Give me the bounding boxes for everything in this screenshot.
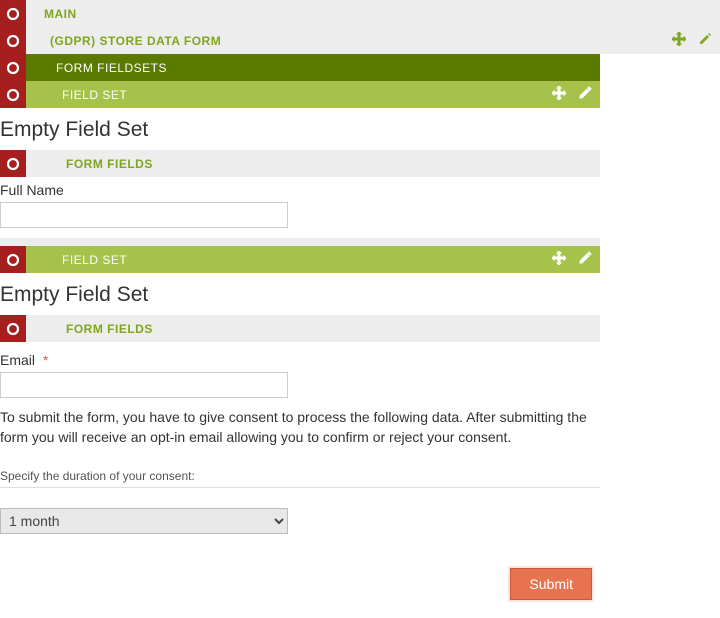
bar-form-fields-1-label: FORM FIELDS	[26, 150, 600, 177]
bar-form-fields-2-label: FORM FIELDS	[26, 315, 600, 342]
bar-form-fields-1[interactable]: FORM FIELDS	[0, 150, 600, 177]
consent-duration-select[interactable]: 1 month	[0, 508, 288, 534]
drag-handle-icon[interactable]	[0, 54, 26, 81]
bar-gdpr-label: (GDPR) STORE DATA FORM	[26, 27, 720, 54]
drag-handle-icon[interactable]	[0, 315, 26, 342]
required-asterisk: *	[43, 352, 48, 368]
move-icon[interactable]	[672, 32, 686, 49]
drag-handle-icon[interactable]	[0, 27, 26, 54]
email-label: Email *	[0, 352, 600, 368]
full-name-label: Full Name	[0, 182, 600, 198]
fieldset-2-title: Empty Field Set	[0, 283, 600, 307]
consent-duration-label: Specify the duration of your consent:	[0, 469, 600, 483]
drag-handle-icon[interactable]	[0, 81, 26, 108]
bar-field-set-2[interactable]: FIELD SET	[0, 246, 600, 273]
bar-main[interactable]: MAIN	[0, 0, 720, 27]
bar-field-set-2-label: FIELD SET	[26, 246, 600, 273]
edit-icon[interactable]	[578, 251, 592, 268]
email-label-text: Email	[0, 352, 35, 368]
bar-main-label: MAIN	[26, 0, 720, 27]
drag-handle-icon[interactable]	[0, 246, 26, 273]
consent-description: To submit the form, you have to give con…	[0, 408, 600, 447]
move-icon[interactable]	[552, 86, 566, 103]
edit-icon[interactable]	[698, 32, 712, 49]
bar-form-fieldsets[interactable]: FORM FIELDSETS	[0, 54, 600, 81]
bar-form-fieldsets-label: FORM FIELDSETS	[26, 54, 600, 81]
bar-gdpr[interactable]: (GDPR) STORE DATA FORM	[0, 27, 720, 54]
submit-button[interactable]: Submit	[510, 568, 592, 600]
move-icon[interactable]	[552, 251, 566, 268]
divider-bar	[0, 238, 600, 246]
edit-icon[interactable]	[578, 86, 592, 103]
bar-form-fields-2[interactable]: FORM FIELDS	[0, 315, 600, 342]
bar-field-set-1-label: FIELD SET	[26, 81, 600, 108]
fieldset-1-title: Empty Field Set	[0, 118, 600, 142]
drag-handle-icon[interactable]	[0, 0, 26, 27]
bar-field-set-1[interactable]: FIELD SET	[0, 81, 600, 108]
separator	[0, 487, 600, 488]
email-input[interactable]	[0, 372, 288, 398]
drag-handle-icon[interactable]	[0, 150, 26, 177]
full-name-input[interactable]	[0, 202, 288, 228]
